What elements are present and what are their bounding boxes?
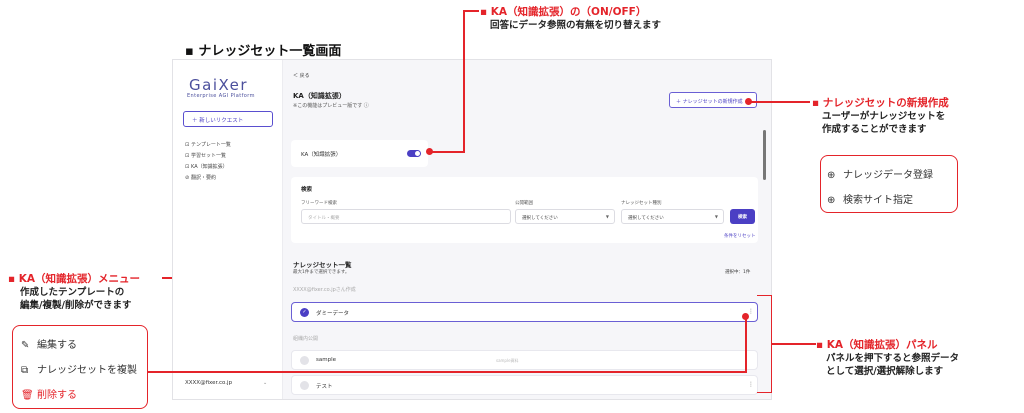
- new-request-button[interactable]: ＋ 新しいリクエスト: [183, 111, 273, 127]
- knowledge-set-row[interactable]: sample sample資料: [291, 350, 758, 370]
- ka-context-menu: ✎ 編集する ⧉ ナレッジセットを複製 🗑 削除する: [12, 325, 148, 409]
- user-account[interactable]: XXXX@fixer.co.jp: [185, 380, 232, 386]
- knowledge-set-row[interactable]: テスト ⋮: [291, 375, 758, 395]
- row-name: ダミーデータ: [316, 311, 350, 317]
- menu-item-delete[interactable]: 🗑 削除する: [21, 386, 77, 401]
- connector-line: [148, 371, 747, 373]
- type-select[interactable]: 選択してください ▼: [621, 209, 724, 224]
- annotation-create-body-2: 作成することができます: [822, 124, 927, 135]
- logo: GaiXer: [189, 76, 248, 94]
- globe-icon: ⊕: [827, 195, 836, 206]
- edit-icon: ✎: [21, 340, 30, 351]
- kebab-menu-icon[interactable]: ⋮: [748, 381, 754, 388]
- selected-count: 選択中：1件: [725, 270, 751, 275]
- check-icon: ✓: [300, 308, 309, 317]
- scope-label: 公開範囲: [515, 201, 533, 206]
- annotation-create-body-1: ユーザーがナレッジセットを: [822, 111, 946, 122]
- page-title: ▪ ナレッジセット一覧画面: [185, 44, 342, 59]
- back-link[interactable]: ＜ 戻る: [293, 72, 310, 79]
- scrollbar[interactable]: [763, 130, 766, 180]
- reset-link[interactable]: 条件をリセット: [724, 233, 756, 239]
- kebab-menu-icon[interactable]: ⋮: [748, 308, 754, 315]
- annotation-ka-menu-body-1: 作成したテンプレートの: [20, 287, 125, 298]
- knowledge-set-row[interactable]: ✓ ダミーデータ ⋮: [291, 302, 758, 322]
- main-content: ＜ 戻る KA（知識拡張） ※この機能はプレビュー版です ⓘ ＋ ナレッジセット…: [283, 60, 771, 399]
- marker-dot: [745, 98, 752, 105]
- marker-dot: [742, 313, 749, 320]
- menu-item-duplicate[interactable]: ⧉ ナレッジセットを複製: [21, 361, 137, 376]
- trash-icon: 🗑: [21, 390, 34, 401]
- freeword-label: フリーワード検索: [301, 201, 337, 206]
- create-knowledge-set-button[interactable]: ＋ ナレッジセットの新規作成: [669, 92, 757, 108]
- group-label: 組織内公開: [293, 336, 319, 342]
- sidebar-item-translate[interactable]: ⊘ 翻訳・要約: [185, 174, 216, 181]
- chevron-down-icon[interactable]: ⌄: [263, 380, 267, 386]
- connector-line: [748, 101, 810, 103]
- connector-line: [772, 343, 816, 345]
- search-panel: 検索 フリーワード検索 タイトル・概要 公開範囲 選択してください ▼ ナレッジセ…: [291, 177, 758, 243]
- row-name: sample: [316, 357, 336, 363]
- sidebar: GaiXer Enterprise AGI Platform ＋ 新しいリクエス…: [173, 60, 283, 399]
- marker-dot: [426, 148, 433, 155]
- group-label: XXXX@fixer.co.jpさん作成: [293, 287, 356, 293]
- plus-circle-icon: ⊕: [827, 170, 836, 181]
- caret-down-icon: ▼: [605, 214, 609, 219]
- preview-note: ※この機能はプレビュー版です ⓘ: [293, 103, 369, 109]
- ka-toggle[interactable]: [407, 150, 421, 157]
- unchecked-icon: [300, 381, 309, 390]
- annotation-ka-toggle-body: 回答にデータ参照の有無を切り替えます: [490, 20, 662, 31]
- caret-down-icon: ▼: [714, 214, 718, 219]
- connector-line: [162, 277, 172, 279]
- freeword-input[interactable]: タイトル・概要: [301, 209, 511, 224]
- connector-line: [429, 151, 465, 153]
- row-description: sample資料: [496, 358, 519, 363]
- annotation-ka-panel-body-2: として選択/選択解除します: [826, 366, 944, 377]
- list-subtitle: 最大1件まで選択できます。: [293, 270, 350, 275]
- search-button[interactable]: 検索: [730, 209, 755, 224]
- ka-toggle-label: KA（知識拡張）: [301, 152, 342, 158]
- logo-subtitle: Enterprise AGI Platform: [187, 93, 255, 99]
- menu-item-search-site[interactable]: ⊕ 検索サイト指定: [827, 191, 913, 206]
- annotation-ka-panel-title: ▪ KA（知識拡張）パネル: [816, 339, 938, 351]
- app-window: GaiXer Enterprise AGI Platform ＋ 新しいリクエス…: [172, 59, 772, 400]
- row-name: テスト: [316, 384, 333, 390]
- create-menu-popup: ⊕ ナレッジデータ登録 ⊕ 検索サイト指定: [820, 155, 958, 213]
- sidebar-item-learning-sets[interactable]: ⊡ 学習セット一覧: [185, 152, 226, 159]
- type-label: ナレッジセット種別: [621, 201, 662, 206]
- menu-item-edit[interactable]: ✎ 編集する: [21, 336, 77, 351]
- connector-line: [745, 317, 747, 372]
- connector-line: [463, 10, 465, 152]
- annotation-ka-toggle-title: ▪ KA（知識拡張）の（ON/OFF）: [480, 6, 647, 18]
- toggle-knob: [415, 151, 420, 156]
- annotation-ka-menu-body-2: 編集/複製/削除ができます: [20, 300, 132, 311]
- search-heading: 検索: [301, 187, 313, 193]
- menu-item-register-data[interactable]: ⊕ ナレッジデータ登録: [827, 166, 933, 181]
- annotation-ka-panel-body-1: パネルを押下すると参照データ: [826, 353, 960, 364]
- annotation-ka-menu-title: ▪ KA（知識拡張）メニュー: [8, 273, 141, 285]
- ka-toggle-card: KA（知識拡張）: [291, 140, 428, 167]
- sidebar-item-ka[interactable]: ⊡ KA（知識拡張）: [185, 163, 228, 170]
- annotation-create-title: ▪ ナレッジセットの新規作成: [812, 97, 949, 109]
- panel-bracket: [757, 295, 772, 393]
- copy-icon: ⧉: [21, 365, 29, 376]
- unchecked-icon: [300, 356, 309, 365]
- scope-select[interactable]: 選択してください ▼: [515, 209, 615, 224]
- sidebar-item-templates[interactable]: ⊡ テンプレート一覧: [185, 141, 231, 148]
- ka-title: KA（知識拡張）: [293, 92, 346, 100]
- list-title: ナレッジセット一覧: [293, 261, 352, 269]
- connector-line: [463, 10, 479, 12]
